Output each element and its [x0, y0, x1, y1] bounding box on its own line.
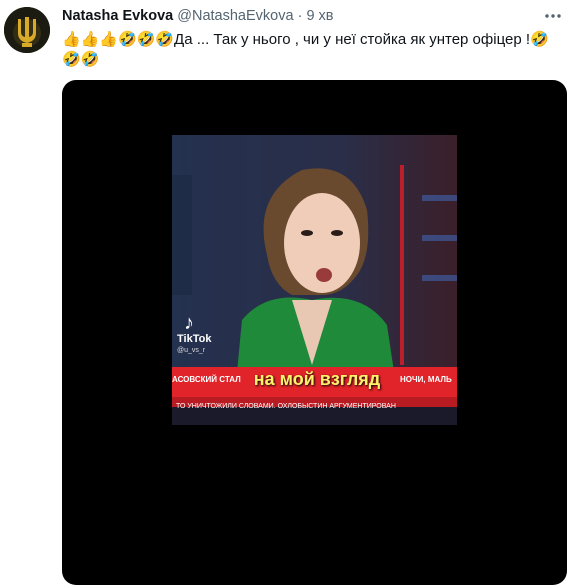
more-options-icon[interactable] — [544, 6, 562, 24]
ellipsis-icon — [545, 14, 561, 18]
tiktok-username: @u_vs_r — [177, 347, 206, 354]
news-ticker-lower: ТО УНИЧТОЖИЛИ СЛОВАМИ. ОХЛОБЫСТИН АРГУМЕ… — [176, 403, 396, 410]
tweet-card[interactable]: Natasha Evkova @NatashaEvkova · 9 хв 👍👍👍… — [0, 0, 580, 585]
tweet-text: 👍👍👍🤣🤣🤣Да ... Так у нього , чи у неї стой… — [62, 31, 549, 68]
header-separator: · — [297, 8, 303, 24]
tiktok-note-icon: ♪ — [184, 312, 194, 334]
tiktok-logo-text: TikTok — [177, 333, 212, 345]
news-ticker-right: НОЧИ, МАЛЬ — [400, 375, 452, 384]
author-handle[interactable]: @NatashaEvkova — [177, 8, 293, 24]
author-name[interactable]: Natasha Evkova — [62, 8, 173, 24]
trident-emblem-icon — [4, 7, 50, 53]
video-subtitle: на мой взгляд — [253, 369, 381, 389]
tweet-header: Natasha Evkova @NatashaEvkova · 9 хв — [62, 8, 334, 24]
video-frame[interactable]: ♪ TikTok @u_vs_r АСОВСКИЙ СТАЛ НОЧИ, МАЛ… — [172, 135, 457, 425]
video-player[interactable]: ♪ TikTok @u_vs_r АСОВСКИЙ СТАЛ НОЧИ, МАЛ… — [62, 80, 567, 585]
tweet-time[interactable]: 9 хв — [306, 8, 333, 24]
avatar[interactable] — [4, 7, 50, 53]
tiktok-logo: ♪ TikTok — [177, 313, 211, 345]
